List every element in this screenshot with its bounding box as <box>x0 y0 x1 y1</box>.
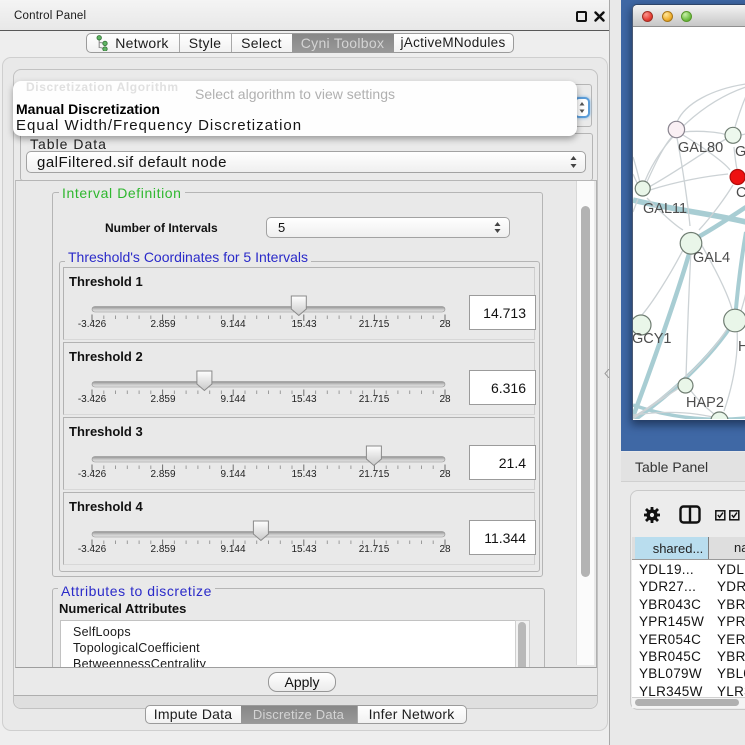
svg-text:GA: GA <box>735 144 745 160</box>
svg-text:CA: CA <box>736 185 745 201</box>
svg-text:GAL80: GAL80 <box>678 140 723 156</box>
svg-text:GCY1: GCY1 <box>633 331 672 347</box>
svg-text:GAL11: GAL11 <box>643 201 687 217</box>
svg-text:HAP2: HAP2 <box>686 395 724 411</box>
svg-text:HA: HA <box>738 339 745 355</box>
svg-text:GAL4: GAL4 <box>693 250 730 266</box>
